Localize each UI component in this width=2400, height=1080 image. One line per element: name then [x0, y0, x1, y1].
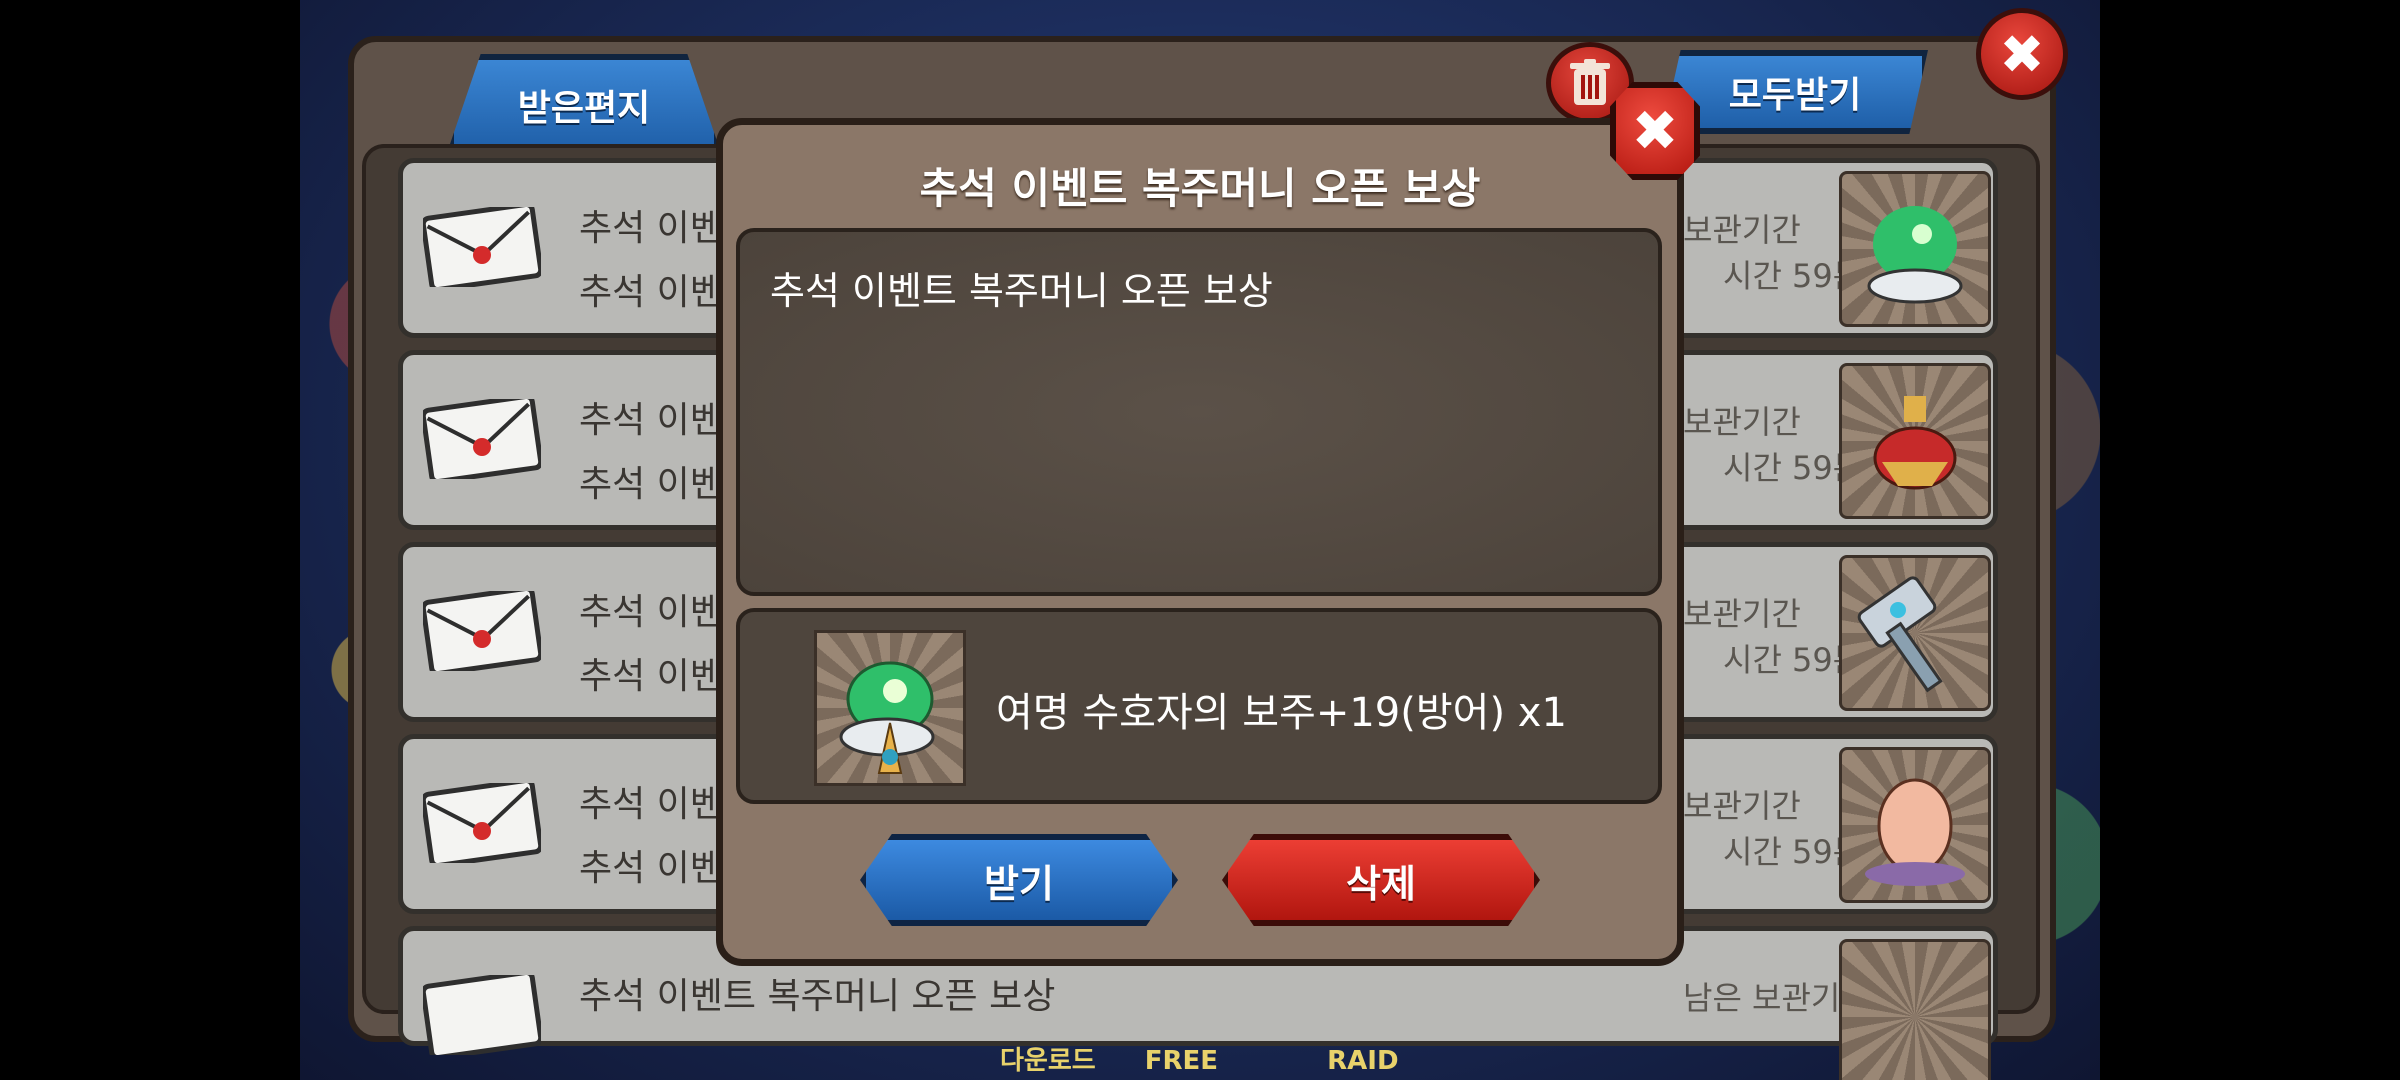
potion-icon [1839, 363, 1991, 519]
keep-period-label: 보관기간 [1683, 595, 1801, 633]
raid-label: RAID [1327, 1046, 1399, 1076]
mail-subtitle: 추석 이벤 [579, 464, 723, 505]
reward-item-box: 여명 수호자의 보주+19(방어) x1 [736, 608, 1662, 804]
mail-subject: 추석 이벤 [579, 400, 723, 441]
mail-subtitle: 추석 이벤 [579, 848, 723, 889]
receive-all-button[interactable]: 모두받기 [1662, 50, 1928, 134]
close-icon: ✖ [1999, 22, 2045, 86]
download-label: 다운로드 [1000, 1046, 1096, 1076]
keep-period-label: 보관기간 [1683, 403, 1801, 441]
tab-received-mail[interactable]: 받은편지 [448, 54, 720, 150]
guardian-jewel-icon [814, 630, 966, 786]
envelope-icon [423, 975, 541, 1055]
free-label: FREE [1144, 1046, 1219, 1076]
mail-subject: 추석 이벤 [579, 592, 723, 633]
message-text: 추석 이벤트 복주머니 오픈 보상 [770, 269, 1273, 313]
reward-name: 여명 수호자의 보주+19(방어) x1 [996, 690, 1567, 736]
trash-icon [1570, 59, 1610, 105]
egg-icon [1839, 747, 1991, 903]
mail-subtitle: 추석 이벤 [579, 272, 723, 313]
mail-subject: 추석 이벤 [579, 784, 723, 825]
green-jewel-icon [1839, 171, 1991, 327]
delete-button[interactable]: 삭제 [1222, 834, 1540, 926]
message-box: 추석 이벤트 복주머니 오픈 보상 [736, 228, 1662, 596]
envelope-icon [423, 207, 541, 287]
mailbox-close-button[interactable]: ✖ [1976, 8, 2068, 100]
close-icon: ✖ [1631, 98, 1679, 164]
mail-subject: 추석 이벤트 복주머니 오픈 보상 [579, 976, 1056, 1017]
envelope-icon [423, 591, 541, 671]
envelope-icon [423, 399, 541, 479]
mail-subtitle: 추석 이벤 [579, 656, 723, 697]
keep-period-label: 보관기간 [1683, 787, 1801, 825]
envelope-icon [423, 783, 541, 863]
dialog-title: 추석 이벤트 복주머니 오픈 보상 [919, 164, 1481, 213]
hammer-icon [1839, 555, 1991, 711]
receive-button[interactable]: 받기 [860, 834, 1178, 926]
keep-period-label: 보관기간 [1683, 211, 1801, 249]
dialog-close-button[interactable]: ✖ [1610, 82, 1700, 180]
scroll-icon [1839, 939, 1991, 1080]
bottom-menu-labels: 다운로드 FREE RAID [1000, 1040, 1399, 1077]
mail-subject: 추석 이벤 [579, 208, 723, 249]
